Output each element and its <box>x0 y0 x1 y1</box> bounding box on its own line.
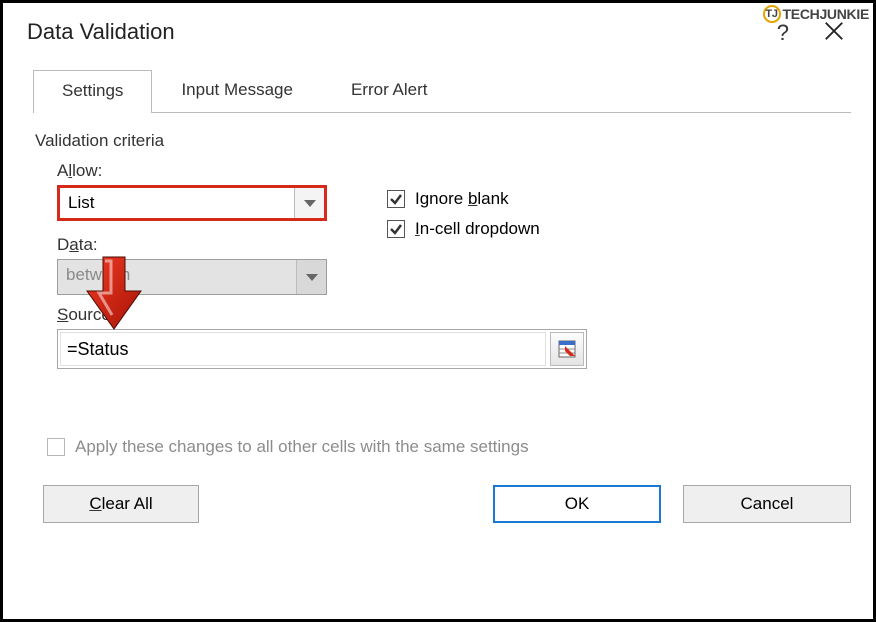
dialog-button-row: Clear All OK Cancel <box>3 457 873 523</box>
incell-dropdown-label: In-cell dropdown <box>415 219 540 239</box>
apply-all-label: Apply these changes to all other cells w… <box>75 437 529 457</box>
allow-dropdown[interactable]: List <box>57 185 327 221</box>
chevron-down-icon <box>294 188 324 218</box>
range-selector-button[interactable] <box>550 332 584 366</box>
dialog-window: TJTECHJUNKIE Data Validation ? Settings … <box>0 0 876 622</box>
checkbox-icon <box>47 438 65 456</box>
allow-dropdown-value: List <box>60 188 294 218</box>
apply-all-checkbox: Apply these changes to all other cells w… <box>33 369 851 457</box>
dialog-title: Data Validation <box>27 19 777 45</box>
watermark-logo: TJTECHJUNKIE <box>763 5 869 23</box>
tab-input-message[interactable]: Input Message <box>152 69 322 112</box>
allow-label: Allow: <box>57 161 357 181</box>
data-dropdown: between <box>57 259 327 295</box>
ok-button[interactable]: OK <box>493 485 661 523</box>
source-label: Source: <box>57 305 851 325</box>
spreadsheet-icon <box>557 339 577 359</box>
cancel-button[interactable]: Cancel <box>683 485 851 523</box>
title-bar: Data Validation ? <box>3 3 873 59</box>
data-dropdown-value: between <box>58 260 296 294</box>
tab-settings[interactable]: Settings <box>33 70 152 113</box>
close-icon <box>823 20 845 42</box>
data-label: Data: <box>57 235 357 255</box>
tab-strip: Settings Input Message Error Alert <box>33 69 851 113</box>
incell-dropdown-checkbox[interactable]: In-cell dropdown <box>387 219 540 239</box>
tab-error-alert[interactable]: Error Alert <box>322 69 457 112</box>
clear-all-button[interactable]: Clear All <box>43 485 199 523</box>
checkbox-icon <box>387 220 405 238</box>
criteria-heading: Validation criteria <box>33 119 851 161</box>
source-field-wrapper <box>57 329 587 369</box>
chevron-down-icon <box>296 260 326 294</box>
ignore-blank-label: Ignore blank <box>415 189 509 209</box>
checkbox-icon <box>387 190 405 208</box>
source-input[interactable] <box>60 332 546 366</box>
ignore-blank-checkbox[interactable]: Ignore blank <box>387 189 540 209</box>
